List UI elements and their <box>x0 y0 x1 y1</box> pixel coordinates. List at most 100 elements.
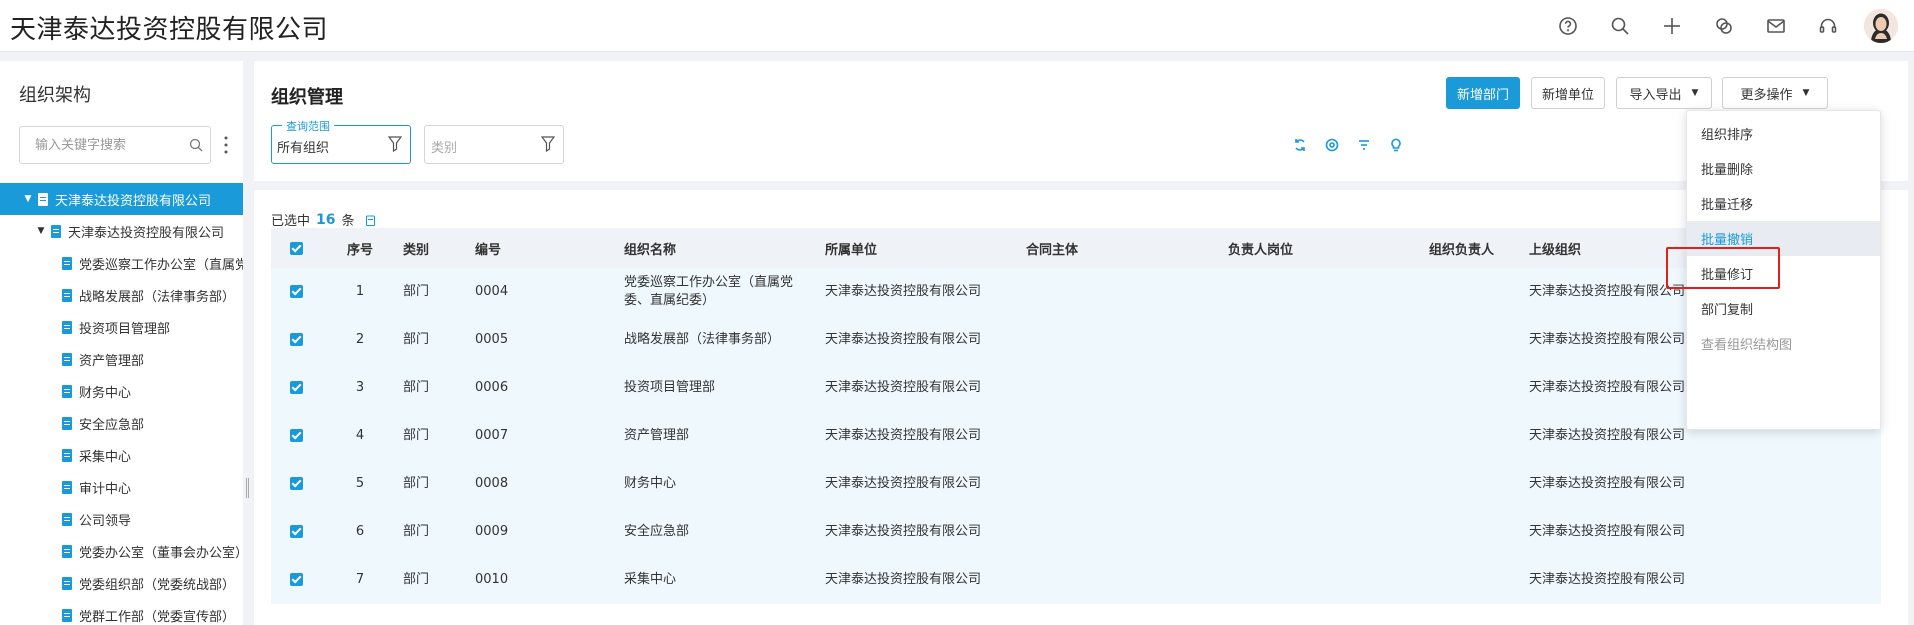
cell-leader <box>1425 508 1525 556</box>
row-checkbox[interactable] <box>271 268 321 316</box>
col-header-unit[interactable]: 所属单位 <box>821 228 1022 268</box>
col-header-type[interactable]: 类别 <box>399 228 471 268</box>
cell-post <box>1224 412 1425 460</box>
scope-filter-label: 查询范围 <box>282 118 334 134</box>
tree-node-label: 党委办公室（董事会办公室） <box>79 545 243 561</box>
delete-selection-icon[interactable] <box>365 214 376 226</box>
cell-post <box>1224 316 1425 364</box>
row-checkbox[interactable] <box>271 460 321 508</box>
tree-node[interactable]: 党委组织部（党委统战部） <box>0 567 243 599</box>
row-checkbox[interactable] <box>271 364 321 412</box>
cell-leader <box>1425 316 1525 364</box>
table-row[interactable]: 1 部门 0004 党委巡察工作办公室（直属党委、直属纪委） 天津泰达投资控股有限公司天… <box>271 268 1881 316</box>
tree-node[interactable]: 公司领导 <box>0 503 243 535</box>
more-actions-menu: 组织排序 批量删除 批量迁移 批量撤销 批量修订 部门复制 查看组织结构图 <box>1686 110 1881 430</box>
checkbox-checked-icon <box>289 477 303 490</box>
caret-down-icon[interactable]: ▼ <box>22 194 34 204</box>
chat-icon[interactable] <box>1698 0 1750 52</box>
refresh-icon[interactable] <box>1284 136 1316 154</box>
tree-node[interactable]: 资产管理部 <box>0 343 243 375</box>
lightbulb-icon[interactable] <box>1380 136 1412 154</box>
tree-search-input[interactable] <box>20 127 180 163</box>
tree-search-box <box>19 126 211 164</box>
table-row[interactable]: 5 部门 0008 财务中心 天津泰达投资控股有限公司 天津泰达投资控股有限公司 <box>271 460 1881 508</box>
col-header-contract[interactable]: 合同主体 <box>1022 228 1224 268</box>
sidebar-title: 组织架构 <box>19 85 91 106</box>
row-checkbox[interactable] <box>271 556 321 604</box>
cell-seq: 1 <box>355 284 365 299</box>
menu-item[interactable]: 查看组织结构图 <box>1687 326 1880 361</box>
selected-count: 16 <box>316 211 336 228</box>
col-header-post[interactable]: 负责人岗位 <box>1224 228 1425 268</box>
import-export-button[interactable]: 导入导出 ▼ <box>1616 77 1712 109</box>
row-checkbox[interactable] <box>271 412 321 460</box>
new-unit-button[interactable]: 新增单位 <box>1531 77 1605 109</box>
tree-node[interactable]: 党委办公室（董事会办公室） <box>0 535 243 567</box>
cell-unit: 天津泰达投资控股有限公司 <box>825 572 982 587</box>
tree-node[interactable]: ▼ 天津泰达投资控股有限公司 <box>0 183 243 215</box>
more-vertical-icon[interactable] <box>222 134 230 156</box>
checkbox-checked-icon <box>289 381 303 394</box>
org-doc-icon <box>62 256 72 270</box>
search-icon[interactable] <box>189 138 203 152</box>
scope-filter-value: 所有组织 <box>277 141 330 156</box>
selected-suffix: 条 <box>341 214 355 229</box>
col-header-code[interactable]: 编号 <box>471 228 620 268</box>
cell-contract <box>1022 460 1224 508</box>
category-filter[interactable]: 类别 <box>424 125 564 164</box>
col-header-leader[interactable]: 组织负责人 <box>1425 228 1525 268</box>
tree-node[interactable]: 审计中心 <box>0 471 243 503</box>
tree-node[interactable]: 战略发展部（法律事务部） <box>0 279 243 311</box>
menu-item[interactable]: 批量撤销 <box>1687 221 1880 256</box>
cell-type: 部门 <box>403 332 430 347</box>
col-header-name[interactable]: 组织名称 <box>620 228 821 268</box>
table-row[interactable]: 3 部门 0006 投资项目管理部 天津泰达投资控股有限公司 天津泰达投资控股有限公司 <box>271 364 1881 412</box>
new-department-button[interactable]: 新增部门 <box>1446 77 1520 109</box>
search-icon[interactable] <box>1594 0 1646 52</box>
help-icon[interactable] <box>1542 0 1594 52</box>
cell-contract <box>1022 412 1224 460</box>
table-row[interactable]: 6 部门 0009 安全应急部 天津泰达投资控股有限公司 天津泰达投资控股有限公司 <box>271 508 1881 556</box>
user-avatar[interactable] <box>1864 9 1898 43</box>
table-row[interactable]: 7 部门 0010 采集中心 天津泰达投资控股有限公司 天津泰达投资控股有限公司 <box>271 556 1881 604</box>
table-tool-icons <box>1284 136 1412 154</box>
tree-node[interactable]: 采集中心 <box>0 439 243 471</box>
settings-icon[interactable] <box>1316 136 1348 154</box>
menu-item[interactable]: 批量修订 <box>1687 256 1880 291</box>
menu-item[interactable]: 批量删除 <box>1687 151 1880 186</box>
selected-prefix: 已选中 <box>271 214 311 229</box>
org-table: 序号 类别 编号 组织名称 所属单位 合同主体 负责人岗位 组织负责人 上级组织… <box>271 228 1881 604</box>
table-row[interactable]: 4 部门 0007 资产管理部 天津泰达投资控股有限公司 天津泰达投资控股有限公司 <box>271 412 1881 460</box>
cell-contract <box>1022 268 1224 316</box>
headset-icon[interactable] <box>1802 0 1854 52</box>
checkbox-checked-icon <box>289 429 303 442</box>
cell-unit: 天津泰达投资控股有限公司 <box>825 476 982 491</box>
sidebar-resize-handle[interactable] <box>246 478 249 498</box>
cell-type: 部门 <box>403 284 430 299</box>
table-row[interactable]: 2 部门 0005 战略发展部（法律事务部） 天津泰达投资控股有限公司 天津泰达投资控股有… <box>271 316 1881 364</box>
plus-icon[interactable] <box>1646 0 1698 52</box>
cell-seq: 7 <box>355 572 365 587</box>
caret-down-icon[interactable]: ▼ <box>35 226 47 236</box>
cell-unit: 天津泰达投资控股有限公司 <box>825 380 982 395</box>
menu-item[interactable]: 批量迁移 <box>1687 186 1880 221</box>
tree-node[interactable]: 安全应急部 <box>0 407 243 439</box>
tree-node[interactable]: 投资项目管理部 <box>0 311 243 343</box>
tree-node[interactable]: ▼ 天津泰达投资控股有限公司 <box>0 215 243 247</box>
column-filter-icon[interactable] <box>1348 136 1380 154</box>
select-all-checkbox[interactable] <box>271 228 321 268</box>
cell-seq: 5 <box>355 476 365 491</box>
more-actions-button[interactable]: 更多操作 ▼ <box>1722 77 1828 109</box>
import-export-label: 导入导出 <box>1629 87 1682 103</box>
tree-node[interactable]: 党群工作部（党委宣传部） <box>0 599 243 625</box>
scope-filter[interactable]: 查询范围 所有组织 <box>271 118 411 164</box>
row-checkbox[interactable] <box>271 316 321 364</box>
menu-item[interactable]: 部门复制 <box>1687 291 1880 326</box>
row-checkbox[interactable] <box>271 508 321 556</box>
tree-node[interactable]: 财务中心 <box>0 375 243 407</box>
menu-item[interactable]: 组织排序 <box>1687 116 1880 151</box>
mail-icon[interactable] <box>1750 0 1802 52</box>
cell-unit: 天津泰达投资控股有限公司 <box>825 332 982 347</box>
tree-node[interactable]: 党委巡察工作办公室（直属党委、直属纪委） <box>0 247 243 279</box>
col-header-seq[interactable]: 序号 <box>321 228 399 268</box>
